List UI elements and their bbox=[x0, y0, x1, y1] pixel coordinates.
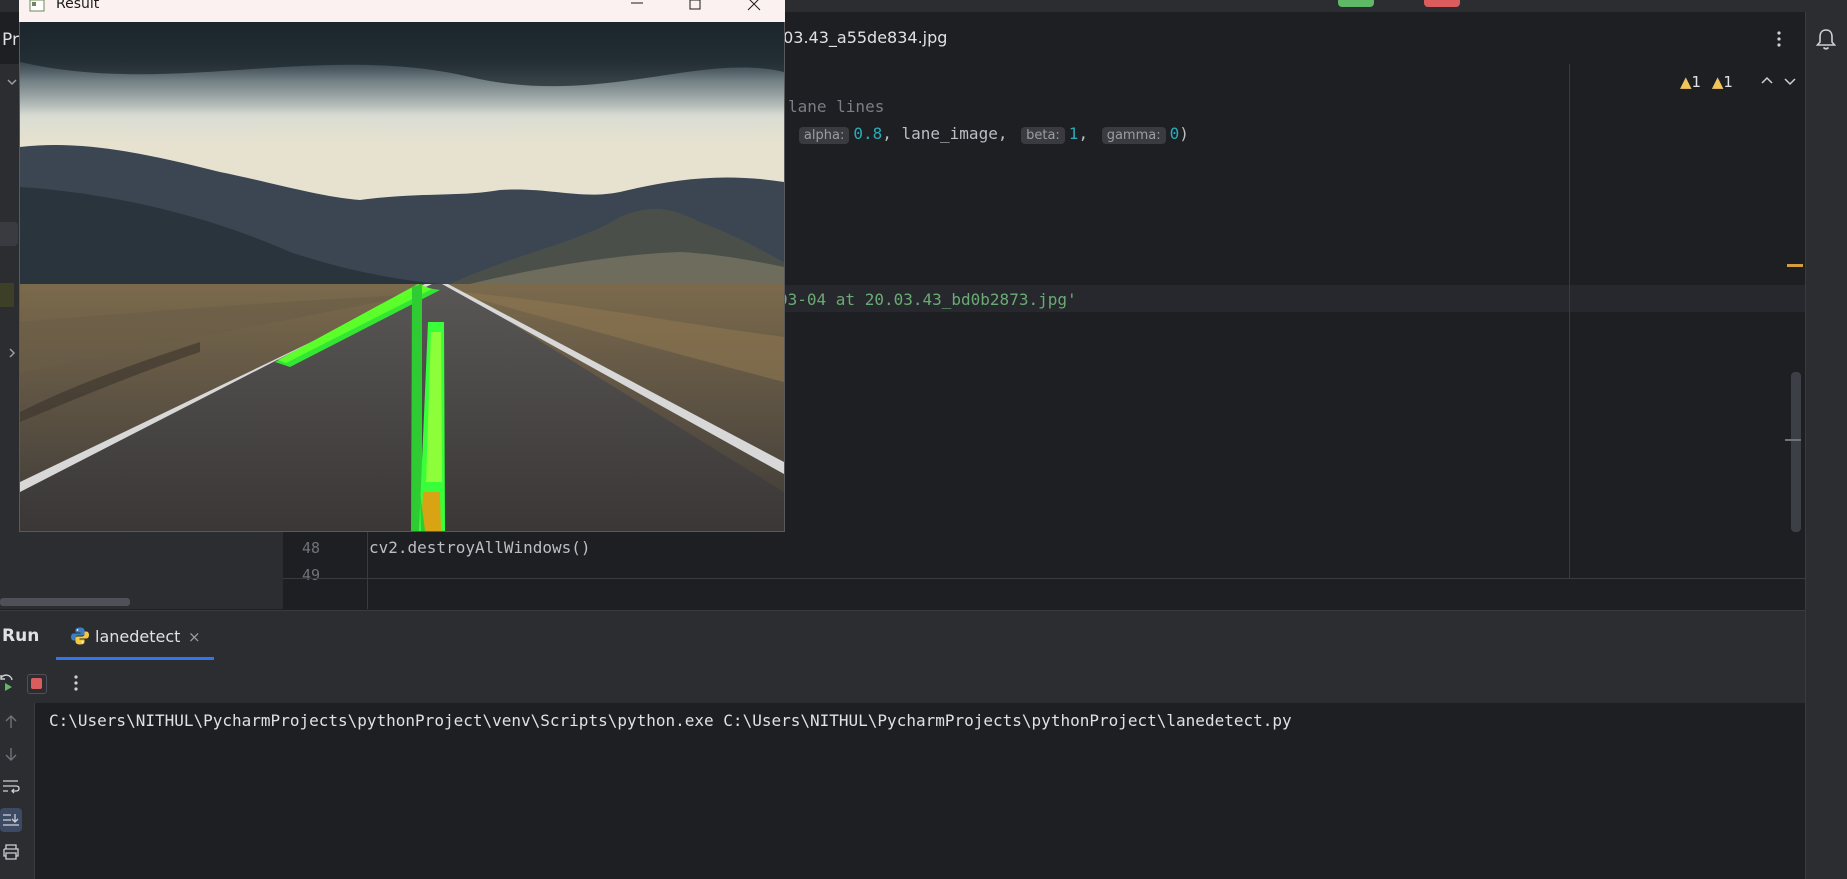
editor-tab-filename[interactable]: .03.43_a55de834.jpg bbox=[778, 28, 947, 47]
chevron-down-icon[interactable] bbox=[1783, 74, 1797, 88]
code-number: 0 bbox=[1169, 124, 1180, 143]
run-side-toolbar bbox=[0, 703, 35, 879]
code-number: 1 bbox=[1068, 124, 1079, 143]
arrow-up-icon[interactable] bbox=[4, 714, 18, 730]
active-tab-indicator bbox=[56, 657, 214, 660]
editor-vertical-scrollbar[interactable] bbox=[1791, 372, 1801, 532]
line-number: 48 bbox=[302, 539, 321, 557]
warning-icon: ▲ bbox=[1711, 73, 1724, 91]
warning-count: 1 bbox=[1723, 73, 1733, 91]
arrow-down-icon[interactable] bbox=[4, 746, 18, 762]
param-hint-alpha: alpha: bbox=[798, 127, 850, 144]
code-text: , lane_image, bbox=[882, 124, 1018, 143]
result-window-title: Result bbox=[56, 0, 100, 12]
param-hint-gamma: gamma: bbox=[1101, 127, 1166, 144]
code-add-weighted-line: e, alpha:0.8, lane_image, beta:1, gamma:… bbox=[766, 124, 1189, 144]
print-icon[interactable] bbox=[2, 844, 20, 860]
code-text: ) bbox=[1179, 124, 1189, 143]
project-tree-selected-item[interactable] bbox=[0, 283, 14, 307]
warning-count: 1 bbox=[1691, 73, 1702, 91]
soft-wrap-icon[interactable] bbox=[2, 778, 20, 794]
project-tree-item[interactable] bbox=[0, 222, 18, 246]
stop-widget-button[interactable] bbox=[1424, 0, 1460, 7]
console-command-line: C:\Users\NITHUL\PycharmProjects\pythonPr… bbox=[49, 711, 1292, 730]
rerun-icon[interactable] bbox=[0, 672, 14, 692]
line-number: 49 bbox=[302, 566, 321, 584]
minimize-icon[interactable] bbox=[628, 0, 646, 14]
run-panel-title: Run bbox=[2, 626, 40, 646]
maximize-icon[interactable] bbox=[686, 0, 704, 14]
run-toolbar bbox=[0, 661, 1805, 703]
right-tool-strip bbox=[1805, 12, 1847, 879]
lane-detection-result-image bbox=[20, 22, 784, 531]
code-text: , bbox=[1078, 124, 1098, 143]
warning-stripe-marker[interactable] bbox=[1787, 264, 1803, 267]
project-horizontal-scrollbar[interactable] bbox=[0, 598, 130, 606]
project-panel-label[interactable]: Pr bbox=[2, 30, 19, 50]
chevron-down-icon[interactable] bbox=[6, 76, 18, 88]
python-icon bbox=[71, 627, 89, 645]
kebab-menu-icon[interactable] bbox=[1770, 24, 1788, 54]
bell-icon[interactable] bbox=[1813, 26, 1839, 52]
run-tool-window-header bbox=[0, 610, 1805, 662]
scrollbar-marker bbox=[1785, 439, 1801, 441]
warning-icon: ▲ bbox=[1680, 73, 1692, 91]
editor-bottom-border bbox=[283, 578, 1805, 579]
kebab-menu-icon[interactable] bbox=[68, 672, 84, 694]
chevron-right-icon[interactable] bbox=[6, 347, 18, 359]
code-destroy-windows: cv2.destroyAllWindows() bbox=[369, 538, 591, 557]
window-app-icon bbox=[29, 0, 45, 12]
code-number: 0.8 bbox=[853, 124, 883, 143]
stop-icon bbox=[31, 678, 42, 689]
run-tab-label[interactable]: lanedetect bbox=[95, 627, 180, 646]
code-comment: lane lines bbox=[788, 97, 885, 116]
run-widget-button[interactable] bbox=[1338, 0, 1374, 7]
right-margin-guide bbox=[1569, 64, 1570, 579]
inspection-widget[interactable]: ▲1 ▲1 bbox=[1680, 73, 1733, 91]
scroll-to-end-icon bbox=[3, 814, 19, 826]
close-icon[interactable] bbox=[745, 0, 763, 14]
code-string: 03-04 at 20.03.43_bd0b2873.jpg' bbox=[778, 290, 1077, 309]
chevron-up-icon[interactable] bbox=[1760, 74, 1774, 88]
close-icon[interactable]: × bbox=[188, 628, 201, 646]
result-window-titlebar[interactable] bbox=[19, 0, 785, 22]
param-hint-beta: beta: bbox=[1021, 127, 1065, 144]
